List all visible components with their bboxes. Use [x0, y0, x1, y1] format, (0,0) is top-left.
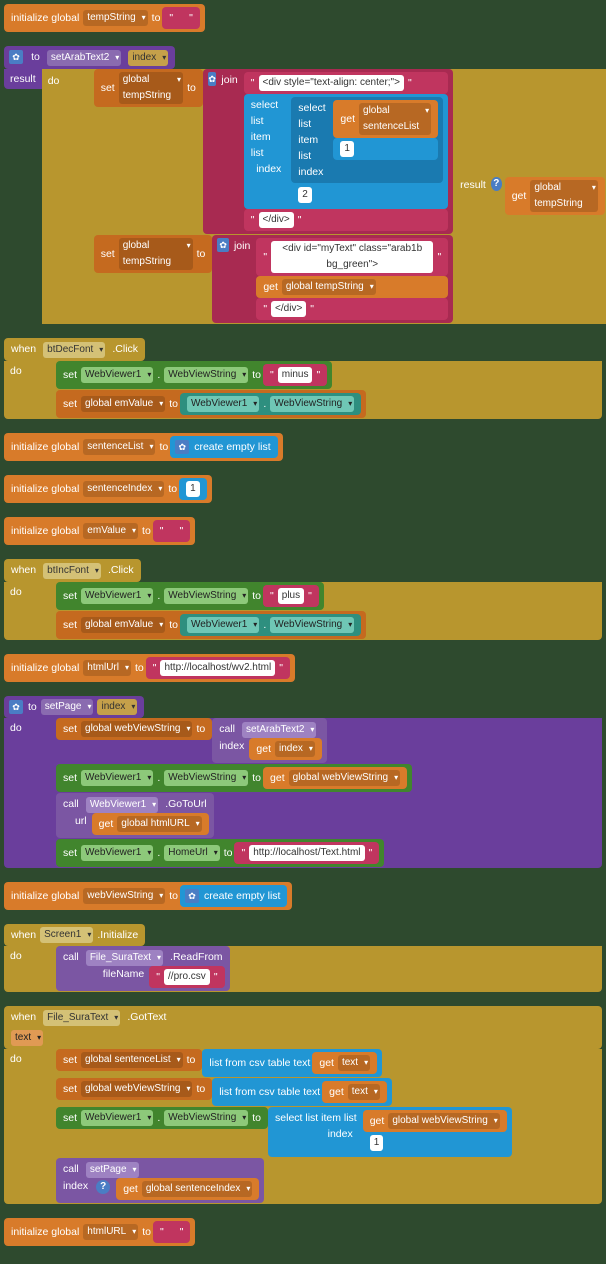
result-label: result: [8, 73, 38, 85]
block-when-gottext: when File_SuraText .GotText text do set …: [4, 1006, 602, 1204]
event-param[interactable]: text: [11, 1030, 43, 1046]
to-label: to: [29, 51, 42, 63]
init-global-block[interactable]: initialize global tempString to " ": [4, 4, 205, 32]
to-label: to: [150, 10, 163, 26]
event-block[interactable]: when File_SuraText .GotText text: [4, 1006, 602, 1049]
number-block[interactable]: 1: [179, 478, 207, 500]
set-block[interactable]: set global webViewString to: [56, 1078, 212, 1100]
proc-name[interactable]: setArabText2: [47, 50, 121, 66]
block-init-htmlurl-lc: initialize global htmlUrl to " http://lo…: [4, 654, 602, 682]
string-block[interactable]: " ": [153, 520, 190, 542]
block-when-screen1-init: when Screen1 .Initialize do call File_Su…: [4, 924, 602, 992]
get-block[interactable]: get global webViewString: [363, 1110, 507, 1132]
block-init-tempstring: initialize global tempString to " ": [4, 4, 602, 32]
gear-icon[interactable]: [9, 700, 23, 714]
select-list-inner[interactable]: select list item list index get global s: [291, 97, 443, 183]
create-empty-list-block[interactable]: create empty list: [170, 436, 277, 458]
block-init-sentenceindex: initialize global sentenceIndex to 1: [4, 475, 602, 503]
string-block[interactable]: " ": [162, 7, 199, 29]
init-global-block[interactable]: initialize global emValue to " ": [4, 517, 195, 545]
block-init-htmlurl-uc: initialize global htmlURL to " ": [4, 1218, 602, 1246]
number-block[interactable]: 1: [333, 138, 438, 160]
gear-icon[interactable]: [185, 889, 199, 903]
block-init-sentencelist: initialize global sentenceList to create…: [4, 433, 602, 461]
gear-icon[interactable]: [9, 50, 23, 64]
list-from-csv-block[interactable]: list from csv table text get text: [212, 1078, 392, 1106]
join-block-2[interactable]: join " <div id="myText" class="arab1b bg…: [212, 235, 453, 323]
get-block[interactable]: get global sentenceIndex: [116, 1178, 259, 1200]
get-block[interactable]: get global htmlURL: [92, 813, 209, 835]
init-global-block[interactable]: initialize global webViewString to creat…: [4, 882, 292, 910]
call-method-block[interactable]: call File_SuraText .ReadFrom fileName " …: [56, 946, 230, 991]
init-global-block[interactable]: initialize global sentenceList to create…: [4, 433, 283, 461]
get-block[interactable]: get text: [312, 1052, 377, 1074]
get-block[interactable]: get global webViewString: [263, 767, 407, 789]
block-when-btincfont: when btIncFont .Click do set WebViewer1 …: [4, 559, 602, 640]
number-block[interactable]: 2: [291, 184, 443, 206]
get-block[interactable]: get text: [322, 1081, 387, 1103]
number-block[interactable]: 1: [363, 1132, 507, 1154]
string-block[interactable]: " http://localhost/wv2.html ": [146, 657, 290, 679]
set-prop-block[interactable]: set WebViewer1 . WebViewString to get gl…: [56, 764, 412, 792]
label: initialize global: [9, 10, 81, 26]
init-global-block[interactable]: initialize global sentenceIndex to 1: [4, 475, 212, 503]
var-name[interactable]: tempString: [83, 10, 147, 26]
event-block[interactable]: when btIncFont .Click: [4, 559, 141, 582]
string-block[interactable]: " <div id="myText" class="arab1b bg_gree…: [256, 238, 448, 276]
get-block[interactable]: get index: [249, 738, 322, 760]
help-icon[interactable]: [96, 1180, 110, 1194]
set-prop-block[interactable]: set WebViewer1 . HomeUrl to " http://loc…: [56, 839, 384, 867]
procedure-def[interactable]: to setPage index: [4, 696, 144, 718]
block-when-btdecfont: when btDecFont .Click do set WebViewer1 …: [4, 338, 602, 419]
call-proc-block[interactable]: call setPage index get global sentenceIn…: [56, 1158, 264, 1203]
select-list-outer[interactable]: select list item list index select list …: [244, 94, 448, 209]
join-block-1[interactable]: join " <div style="text-align: center;">…: [203, 69, 453, 234]
set-block-1[interactable]: set global tempString to: [94, 69, 203, 107]
get-block[interactable]: get global tempString: [256, 276, 448, 298]
help-icon[interactable]: [491, 177, 502, 191]
procedure-def[interactable]: to setArabText2 index: [4, 46, 175, 69]
string-block[interactable]: " http://localhost/Text.html ": [234, 842, 379, 864]
set-block[interactable]: set global emValue to WebViewer1 . WebVi…: [56, 390, 366, 418]
string-block[interactable]: " minus ": [263, 364, 327, 386]
block-proc-setpage: to setPage index do set global webViewSt…: [4, 696, 602, 868]
set-prop-block[interactable]: set WebViewer1 . WebViewString to " plus…: [56, 582, 324, 610]
do-label: do: [42, 69, 94, 324]
param-name[interactable]: index: [128, 50, 168, 66]
init-global-block[interactable]: initialize global htmlURL to " ": [4, 1218, 195, 1246]
string-block[interactable]: " //pro.csv ": [149, 966, 224, 988]
string-block[interactable]: " </div> ": [256, 298, 448, 320]
select-list-block[interactable]: select list item list index get global w…: [268, 1107, 512, 1157]
set-prop-block[interactable]: set WebViewer1 . WebViewString to: [56, 1107, 268, 1129]
gear-icon[interactable]: [175, 440, 189, 454]
set-block[interactable]: set global emValue to WebViewer1 . WebVi…: [56, 611, 366, 639]
gear-icon[interactable]: [217, 238, 229, 252]
string-block[interactable]: " </div> ": [244, 209, 448, 231]
get-prop-block[interactable]: WebViewer1 . WebViewString: [180, 614, 361, 636]
event-block[interactable]: when btDecFont .Click: [4, 338, 145, 361]
set-prop-block[interactable]: set WebViewer1 . WebViewString to " minu…: [56, 361, 332, 389]
set-block-2[interactable]: set global tempString to: [94, 235, 213, 273]
set-block[interactable]: set global webViewString to: [56, 718, 212, 740]
get-block[interactable]: get global sentenceList: [333, 100, 438, 138]
block-init-webviewstring: initialize global webViewString to creat…: [4, 882, 602, 910]
result-label: result: [458, 177, 488, 193]
string-block[interactable]: " ": [153, 1221, 190, 1243]
string-block[interactable]: " plus ": [263, 585, 319, 607]
set-block[interactable]: set global sentenceList to: [56, 1049, 202, 1071]
call-method-block[interactable]: call WebViewer1 .GoToUrl url get global …: [56, 793, 214, 838]
gear-icon[interactable]: [208, 72, 217, 86]
init-global-block[interactable]: initialize global htmlUrl to " http://lo…: [4, 654, 295, 682]
string-block[interactable]: " <div style="text-align: center;"> ": [244, 72, 448, 94]
list-from-csv-block[interactable]: list from csv table text get text: [202, 1049, 382, 1077]
call-proc-block[interactable]: call setArabText2 index get index: [212, 718, 327, 763]
get-block[interactable]: get global tempString: [505, 177, 605, 215]
block-proc-setarabtext2: to setArabText2 index result do set glob…: [4, 46, 602, 324]
block-init-emvalue: initialize global emValue to " ": [4, 517, 602, 545]
get-prop-block[interactable]: WebViewer1 . WebViewString: [180, 393, 361, 415]
event-block[interactable]: when Screen1 .Initialize: [4, 924, 145, 946]
create-empty-list-block[interactable]: create empty list: [180, 885, 287, 907]
do-result-block: do set global tempString to join: [42, 69, 606, 324]
